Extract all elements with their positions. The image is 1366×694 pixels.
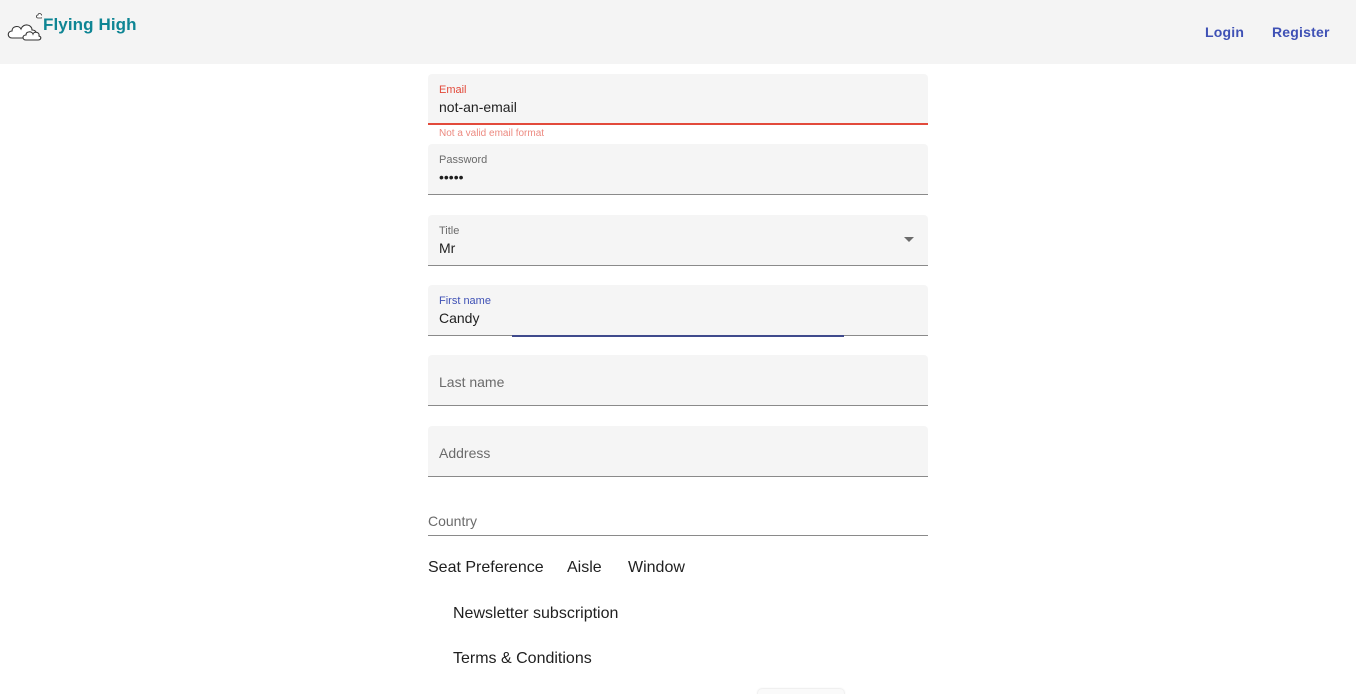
brand-name: Flying High: [43, 15, 137, 34]
newsletter-checkbox[interactable]: Newsletter subscription: [453, 605, 618, 623]
title-select[interactable]: Title Mr: [428, 215, 928, 266]
password-field[interactable]: Password •••••: [428, 144, 928, 195]
submit-button[interactable]: [758, 689, 844, 694]
top-app-bar: Flying High Login Register: [0, 0, 1356, 64]
title-value[interactable]: Mr: [439, 240, 455, 256]
seat-preference-label: Seat Preference: [428, 559, 544, 576]
seat-option-aisle[interactable]: Aisle: [567, 559, 602, 577]
country-placeholder: Country: [428, 513, 478, 529]
address-placeholder: Address: [439, 445, 491, 461]
brand-logo[interactable]: Flying High: [6, 12, 137, 42]
last-name-field[interactable]: Last name: [428, 355, 928, 406]
register-link[interactable]: Register: [1272, 24, 1330, 40]
cloud-logo-icon: [7, 13, 42, 41]
dropdown-arrow-icon[interactable]: [904, 237, 914, 242]
email-error-message: Not a valid email format: [439, 128, 545, 139]
login-link[interactable]: Login: [1205, 24, 1244, 40]
focus-underline: [512, 335, 844, 337]
terms-checkbox[interactable]: Terms & Conditions: [453, 650, 592, 668]
address-field[interactable]: Address: [428, 426, 928, 477]
seat-option-window[interactable]: Window: [628, 559, 685, 577]
first-name-field[interactable]: First name Candy: [428, 285, 928, 337]
title-label: Title: [439, 225, 460, 237]
password-label: Password: [439, 154, 488, 166]
password-value[interactable]: •••••: [439, 169, 464, 185]
first-name-value[interactable]: Candy: [439, 310, 479, 326]
email-label: Email: [439, 84, 467, 96]
email-value[interactable]: not-an-email: [439, 99, 517, 115]
first-name-label: First name: [439, 295, 491, 307]
email-field[interactable]: Email not-an-email: [428, 74, 928, 125]
last-name-placeholder: Last name: [439, 374, 505, 390]
country-field[interactable]: Country: [428, 505, 928, 536]
